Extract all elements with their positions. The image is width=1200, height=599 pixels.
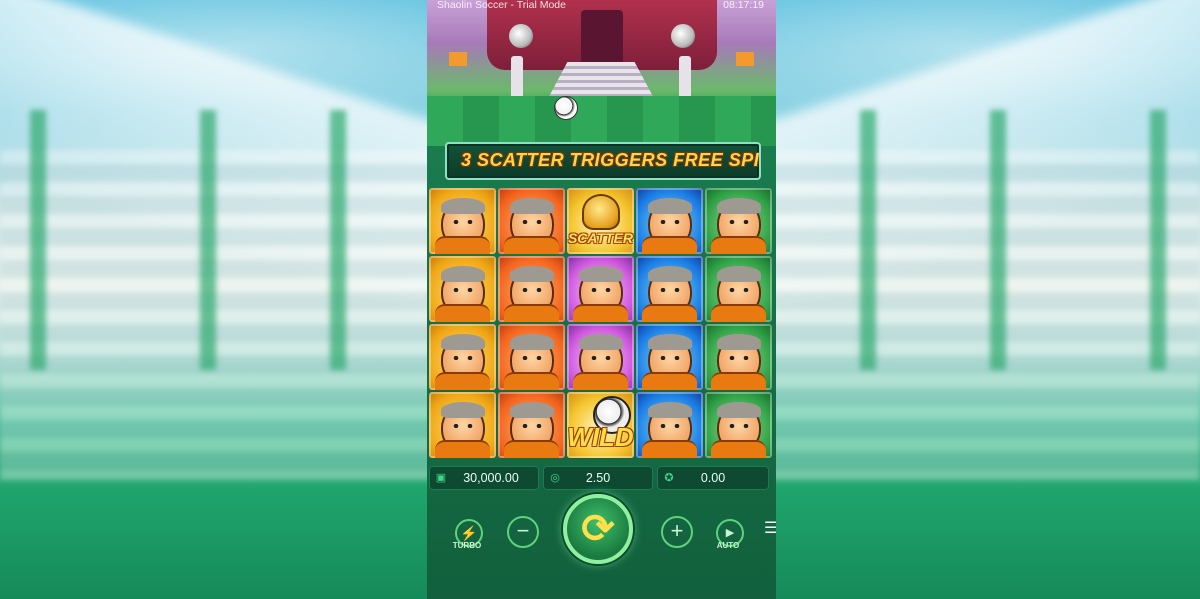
temple-scene xyxy=(427,0,776,146)
symbol-monk-green xyxy=(705,256,772,322)
bet-value: 2.50 xyxy=(585,471,611,485)
robe-icon xyxy=(642,440,697,458)
soccer-ball-icon xyxy=(554,96,578,120)
soccer-field xyxy=(427,96,776,146)
info-banner: 3 SCATTER TRIGGERS FREE SPINS F xyxy=(445,142,761,180)
flag-icon xyxy=(449,52,467,66)
soccer-ball-icon xyxy=(671,24,695,48)
minus-icon: − xyxy=(516,518,530,543)
robe-icon xyxy=(504,304,559,322)
title-bar: Shaolin Soccer - Trial Mode 08:17:19 xyxy=(427,0,776,14)
robe-icon xyxy=(711,304,766,322)
window-title: Shaolin Soccer - Trial Mode xyxy=(437,0,566,11)
robe-icon xyxy=(504,236,559,254)
stadium-pillar xyxy=(990,110,1006,370)
robe-icon xyxy=(435,440,490,458)
scatter-label: SCATTER xyxy=(567,230,634,246)
menu-icon[interactable]: ☰ xyxy=(764,521,776,537)
robe-icon xyxy=(504,440,559,458)
robe-icon xyxy=(573,304,628,322)
robe-icon xyxy=(435,372,490,390)
symbol-monk-red xyxy=(498,188,565,254)
symbol-monk-purple xyxy=(567,256,634,322)
stadium-pillar xyxy=(860,110,876,370)
game-panel: Shaolin Soccer - Trial Mode 08:17:19 3 S… xyxy=(427,0,776,599)
win-display: ✪ 0.00 xyxy=(657,466,769,490)
symbol-monk-red xyxy=(498,256,565,322)
robe-icon xyxy=(711,372,766,390)
symbol-monk-blue xyxy=(636,324,703,390)
stadium-pillar xyxy=(1150,110,1166,370)
robe-icon xyxy=(435,236,490,254)
reel-grid: SCATTER WILD xyxy=(429,188,774,460)
decrease-bet-button[interactable]: − xyxy=(507,516,539,548)
symbol-scatter: SCATTER xyxy=(567,188,634,254)
win-value: 0.00 xyxy=(700,471,726,485)
balance-value: 30,000.00 xyxy=(463,471,519,485)
robe-icon xyxy=(573,372,628,390)
stadium-pillar xyxy=(330,110,346,370)
symbol-monk-green xyxy=(705,324,772,390)
spin-button[interactable]: ⟳ xyxy=(563,494,633,564)
symbol-monk-green xyxy=(705,392,772,458)
stadium-pillar xyxy=(30,110,46,370)
robe-icon xyxy=(642,236,697,254)
robe-icon xyxy=(711,440,766,458)
turbo-label: TURBO xyxy=(452,541,482,550)
symbol-monk-yellow xyxy=(429,188,496,254)
info-bar: ▣ 30,000.00 ◎ 2.50 ✪ 0.00 xyxy=(429,466,773,490)
symbol-monk-yellow xyxy=(429,324,496,390)
refresh-arrows-icon: ⟳ xyxy=(581,507,615,551)
symbol-monk-purple xyxy=(567,324,634,390)
auto-label: AUTO xyxy=(716,541,740,550)
robe-icon xyxy=(504,372,559,390)
soccer-ball-icon xyxy=(509,24,533,48)
lightning-icon: ⚡ xyxy=(460,525,478,541)
play-icon: ▶ xyxy=(725,527,735,539)
temple-door xyxy=(581,10,623,68)
robe-icon xyxy=(711,236,766,254)
symbol-monk-blue xyxy=(636,188,703,254)
plus-icon: + xyxy=(670,518,684,543)
increase-bet-button[interactable]: + xyxy=(661,516,693,548)
banner-text: 3 SCATTER TRIGGERS FREE SPINS F xyxy=(461,150,760,170)
symbol-wild: WILD xyxy=(567,392,634,458)
balance-display: ▣ 30,000.00 xyxy=(429,466,539,490)
wild-label: WILD xyxy=(567,422,634,452)
symbol-monk-red xyxy=(498,324,565,390)
robe-icon xyxy=(642,372,697,390)
symbol-monk-yellow xyxy=(429,256,496,322)
symbol-monk-blue xyxy=(636,392,703,458)
clock: 08:17:19 xyxy=(723,0,764,11)
stadium-pillar xyxy=(200,110,216,370)
symbol-monk-yellow xyxy=(429,392,496,458)
symbol-monk-red xyxy=(498,392,565,458)
robe-icon xyxy=(435,304,490,322)
flag-icon xyxy=(736,52,754,66)
symbol-monk-green xyxy=(705,188,772,254)
trophy-icon xyxy=(581,194,620,230)
robe-icon xyxy=(642,304,697,322)
symbol-monk-blue xyxy=(636,256,703,322)
bet-display[interactable]: ◎ 2.50 xyxy=(543,466,653,490)
